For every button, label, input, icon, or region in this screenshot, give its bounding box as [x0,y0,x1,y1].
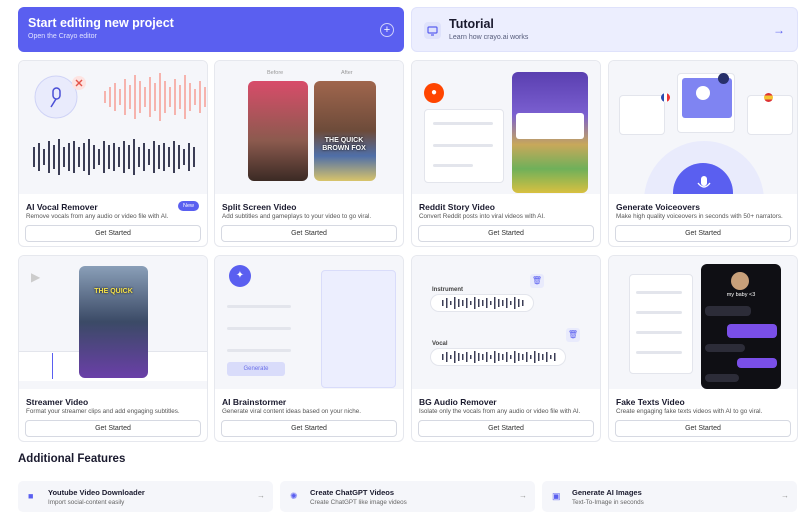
card-split-screen-video[interactable]: Before After THE QUICK BROWN FOX Split S… [214,60,404,247]
reddit-post-overlay [516,113,584,139]
card-description: Isolate only the vocals from any audio o… [419,408,581,415]
start-new-project-subtitle: Open the Crayo editor [28,33,97,40]
feature-chatgpt-videos[interactable]: ✺ Create ChatGPT Videos Create ChatGPT l… [280,481,535,512]
card-title: Streamer Video [26,397,89,407]
card-description: Convert Reddit posts into viral videos w… [419,213,545,220]
card-title: Reddit Story Video [419,202,495,212]
feature-title: Generate AI Images [572,488,642,497]
card-description: Generate viral content ideas based on yo… [222,408,361,415]
reddit-form-panel [424,109,504,183]
waveform-graphic [442,297,556,363]
new-badge: New [177,201,199,211]
card-title: Fake Texts Video [616,397,685,407]
plus-icon[interactable]: + [380,23,394,37]
spain-flag-icon [764,93,773,102]
card-description: Add subtitles and gameplays to your vide… [222,213,372,220]
france-flag-icon [661,93,670,102]
card-title: Split Screen Video [222,202,297,212]
after-label: After [341,70,353,76]
brainstorm-logo-icon: ✦ [229,265,251,287]
card-description: Format your streamer clips and add engag… [26,408,180,415]
timeline-marker [52,353,53,379]
card-title: Generate Voiceovers [616,202,700,212]
tutorial-subtitle: Learn how crayo.ai works [449,34,529,41]
narrator-card-left [619,95,665,135]
reddit-icon: ● [424,83,444,103]
card-streamer-video[interactable]: ▶ THE QUICK Streamer Video Format your s… [18,255,208,442]
get-started-button[interactable]: Get Started [615,225,791,242]
card-bg-audio-remover[interactable]: Instrument 🗑 Vocal 🗑 BG Audio Remover Is… [411,255,601,442]
card-title: BG Audio Remover [419,397,497,407]
subtitle-overlay: THE QUICK BROWN FOX [322,137,366,152]
start-new-project-banner[interactable]: Start editing new project Open the Crayo… [18,7,404,52]
start-new-project-title: Start editing new project [28,16,174,30]
feature-description: Import social-content easily [48,499,125,506]
tutorial-title: Tutorial [449,17,494,31]
card-fake-texts-video[interactable]: my baby <3 Fake Texts Video Create engag… [608,255,798,442]
get-started-button[interactable]: Get Started [221,420,397,437]
get-started-button[interactable]: Get Started [418,225,594,242]
subtitle-overlay: THE QUICK [94,288,133,295]
get-started-button[interactable]: Get Started [221,225,397,242]
reddit-story-illustration: ● [412,61,600,194]
contact-name: my baby <3 [726,292,756,298]
card-generate-voiceovers[interactable]: Generate Voiceovers Make high quality vo… [608,60,798,247]
chatgpt-icon: ✺ [290,491,298,501]
card-ai-brainstormer[interactable]: ✦ Generate AI Brainstormer Generate vira… [214,255,404,442]
arrow-right-icon: → [257,491,265,500]
vocal-remover-illustration [19,61,207,194]
feature-title: Create ChatGPT Videos [310,488,395,497]
card-title: AI Brainstormer [222,397,287,407]
feature-youtube-downloader[interactable]: ■ Youtube Video Downloader Import social… [18,481,273,512]
get-started-button[interactable]: Get Started [25,420,201,437]
tutorial-banner[interactable]: Tutorial Learn how crayo.ai works → [411,7,798,52]
arrow-right-icon: → [519,491,527,500]
card-title: AI Vocal Remover [26,202,98,212]
bg-audio-illustration: Instrument 🗑 Vocal 🗑 [412,256,600,389]
card-description: Create engaging fake texts videos with A… [616,408,763,415]
image-icon: ▣ [552,491,561,501]
streamer-video-preview [79,266,148,378]
video-camera-icon: ■ [28,491,34,501]
chat-list-panel [629,274,693,374]
before-label: Before [267,70,284,76]
play-icon: ▶ [31,270,41,284]
card-description: Make high quality voiceovers in seconds … [616,213,783,220]
feature-description: Text-To-Image in seconds [572,499,644,506]
ideas-panel [321,270,396,388]
before-video-preview [248,81,308,181]
get-started-button[interactable]: Get Started [25,225,201,242]
fake-texts-illustration: my baby <3 [609,256,797,389]
card-ai-vocal-remover[interactable]: AI Vocal Remover New Remove vocals from … [18,60,208,247]
split-screen-illustration: Before After THE QUICK BROWN FOX [215,61,403,194]
feature-ai-images[interactable]: ▣ Generate AI Images Text-To-Image in se… [542,481,797,512]
after-video-preview [314,81,376,181]
card-description: Remove vocals from any audio or video fi… [26,213,169,220]
uk-flag-icon [718,73,729,84]
phone-chat-preview: my baby <3 [701,264,781,389]
arrow-right-icon: → [781,491,789,500]
waveform-graphic [33,73,206,175]
streamer-illustration: ▶ THE QUICK [19,256,207,389]
microphone-icon [697,176,711,188]
voiceovers-illustration [609,61,797,194]
get-started-button[interactable]: Get Started [615,420,791,437]
monitor-icon [424,22,441,39]
arrow-right-icon: → [773,23,785,37]
brainstormer-illustration: ✦ Generate [215,256,403,389]
generate-button-preview: Generate [227,362,285,376]
get-started-button[interactable]: Get Started [418,420,594,437]
card-reddit-story-video[interactable]: ● Reddit Story Video Convert Reddit post… [411,60,601,247]
feature-description: Create ChatGPT like image videos [310,499,407,506]
additional-features-heading: Additional Features [18,453,126,465]
feature-title: Youtube Video Downloader [48,488,145,497]
